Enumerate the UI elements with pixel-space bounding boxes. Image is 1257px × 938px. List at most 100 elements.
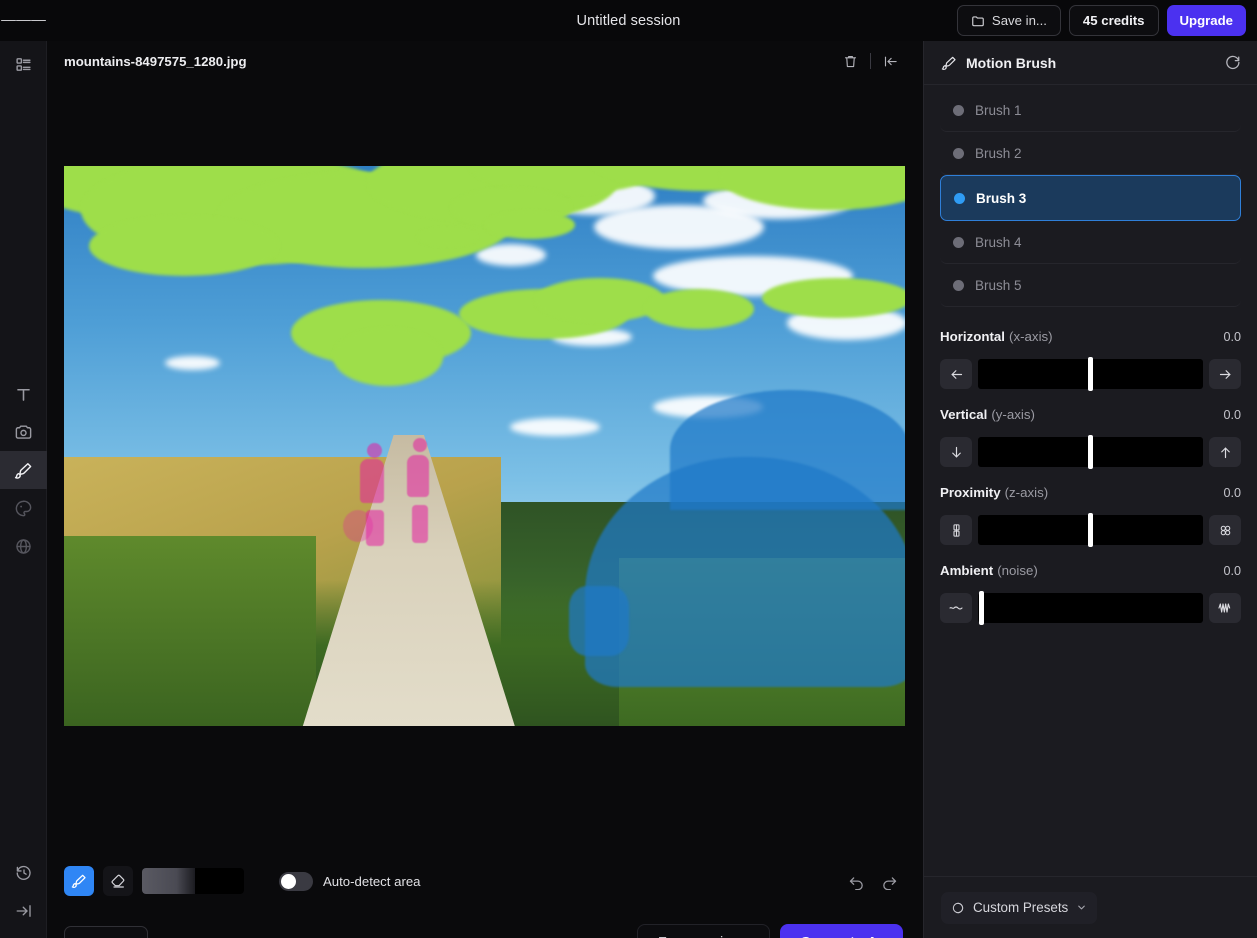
collapse-canvas-button[interactable] <box>883 54 898 69</box>
canvas-column: mountains-8497575_1280.jpg Auto-detect a… <box>47 41 922 938</box>
eraser-tool-button[interactable] <box>103 866 133 896</box>
ambient-decrease-button[interactable] <box>940 593 972 623</box>
undo-button[interactable] <box>848 873 865 890</box>
sidebar-item-collapse-panel[interactable] <box>0 892 47 930</box>
horizontal-slider-track[interactable] <box>978 357 1203 391</box>
auto-detect-toggle[interactable]: Auto-detect area <box>279 871 421 891</box>
free-previews-button[interactable]: Free previews <box>636 923 770 938</box>
arrow-left-icon <box>951 369 962 379</box>
auto-detect-label: Auto-detect area <box>323 873 421 889</box>
slider-value: 0.0 <box>1223 408 1241 422</box>
brush-list-item-selected[interactable]: Brush 3 <box>940 175 1241 221</box>
history-actions <box>848 873 898 890</box>
sidebar-item-history[interactable] <box>0 854 47 892</box>
slider-row <box>940 357 1241 391</box>
noise-wave-icon <box>1218 603 1231 613</box>
slider-value: 0.0 <box>1223 486 1241 500</box>
brush-list-item[interactable]: Brush 2 <box>940 132 1241 175</box>
upgrade-button[interactable]: Upgrade <box>1166 5 1246 36</box>
brush-icon <box>941 56 956 70</box>
slider-thumb[interactable] <box>979 591 984 625</box>
sidebar-item-camera-motion-tool[interactable] <box>0 489 47 527</box>
model-select[interactable]: Gen-2 <box>64 925 148 938</box>
redo-button[interactable] <box>881 873 898 890</box>
history-icon <box>16 865 31 880</box>
custom-presets-bar: Custom Presets <box>924 876 1257 938</box>
brush-list-item[interactable]: Brush 1 <box>940 89 1241 132</box>
proximity-increase-button[interactable] <box>1209 515 1241 545</box>
proximity-slider-track[interactable] <box>978 513 1203 547</box>
brush-label: Brush 4 <box>975 234 1022 250</box>
ambient-increase-button[interactable] <box>1209 593 1241 623</box>
credits-button[interactable]: 45 credits <box>1068 5 1159 36</box>
brush-mask-magenta-legs-right <box>412 504 429 543</box>
horizontal-increase-button[interactable] <box>1209 359 1241 389</box>
slider-name: Proximity <box>940 485 1001 500</box>
slider-name: Horizontal <box>940 329 1006 344</box>
toggle-switch[interactable] <box>279 871 313 891</box>
canvas-stage[interactable] <box>47 81 922 856</box>
slider-axis: (x-axis) <box>1009 329 1053 344</box>
rail-group-bottom <box>0 854 47 930</box>
slider-vertical: Vertical (y-axis) 0.0 <box>940 407 1241 469</box>
globe-icon <box>16 538 31 554</box>
rail-group-tools <box>0 375 47 565</box>
slider-thumb[interactable] <box>1088 357 1093 391</box>
source-image[interactable] <box>64 166 905 726</box>
slider-horizontal: Horizontal (x-axis) 0.0 <box>940 329 1241 391</box>
sidebar-item-camera-tool[interactable] <box>0 413 47 451</box>
file-actions <box>843 53 898 69</box>
slider-axis: (noise) <box>997 563 1038 578</box>
undo-icon <box>849 876 863 890</box>
hamburger-icon[interactable] <box>0 0 46 41</box>
brush-list-item[interactable]: Brush 4 <box>940 221 1241 264</box>
horizontal-decrease-button[interactable] <box>940 359 972 389</box>
slider-axis: (z-axis) <box>1004 485 1049 500</box>
brush-toolbar: Auto-detect area <box>47 856 922 906</box>
custom-presets-button[interactable]: Custom Presets <box>941 891 1098 924</box>
sidebar-item-text-tool[interactable] <box>0 375 47 413</box>
generate-label: Generate 4s <box>800 935 883 938</box>
brush-icon <box>71 874 86 888</box>
brush-color-dot <box>953 279 964 291</box>
brush-label: Brush 3 <box>976 190 1027 206</box>
trash-icon <box>844 55 857 67</box>
save-in-label: Save in... <box>991 13 1047 28</box>
slider-header: Ambient (noise) 0.0 <box>940 563 1241 585</box>
brush-list-item[interactable]: Brush 5 <box>940 264 1241 307</box>
proximity-decrease-button[interactable] <box>940 515 972 545</box>
arrow-to-line-icon <box>16 905 31 917</box>
toggle-knob <box>281 873 296 889</box>
ambient-slider-track[interactable] <box>978 591 1203 625</box>
delete-asset-button[interactable] <box>843 54 858 69</box>
brush-mask-green <box>762 278 905 318</box>
brush-mask-magenta-head-left <box>366 443 382 459</box>
eraser-icon <box>111 874 125 888</box>
panel-header: Motion Brush <box>924 41 1257 85</box>
brush-tool-button[interactable] <box>64 866 94 896</box>
vertical-decrease-button[interactable] <box>940 437 972 467</box>
collapse-left-icon <box>884 56 897 66</box>
top-bar: Untitled session Save in... 45 credits U… <box>0 0 1257 41</box>
upgrade-label: Upgrade <box>1179 13 1234 28</box>
slider-header: Horizontal (x-axis) 0.0 <box>940 329 1241 351</box>
generate-button[interactable]: Generate 4s <box>779 923 903 938</box>
bottom-bar: Gen-2 Free previews Generate 4s <box>47 906 922 938</box>
save-in-button[interactable]: Save in... <box>956 5 1061 36</box>
sidebar-item-assets-grid[interactable] <box>0 45 47 83</box>
brush-size-slider[interactable] <box>142 868 244 894</box>
chevron-down-icon <box>1078 905 1086 910</box>
sidebar-item-scene-tool[interactable] <box>0 527 47 565</box>
arrow-down-icon <box>951 446 961 457</box>
slider-thumb[interactable] <box>1088 513 1093 547</box>
arrow-right-icon <box>1219 369 1230 379</box>
vertical-slider-track[interactable] <box>978 435 1203 469</box>
brush-label: Brush 2 <box>975 145 1022 161</box>
brush-mask-green <box>484 210 575 239</box>
reset-button[interactable] <box>1224 54 1241 71</box>
slider-thumb[interactable] <box>1088 435 1093 469</box>
sidebar-item-motion-brush-tool[interactable] <box>0 451 47 489</box>
palette-icon <box>15 500 32 516</box>
vertical-increase-button[interactable] <box>1209 437 1241 467</box>
slider-header: Proximity (z-axis) 0.0 <box>940 485 1241 507</box>
